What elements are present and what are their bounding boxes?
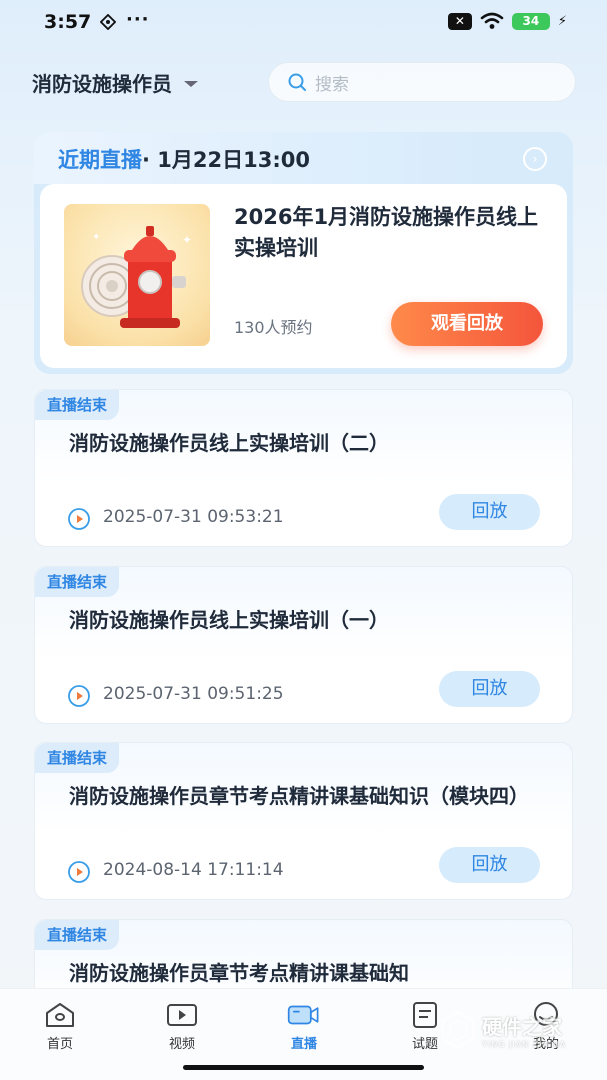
diamond-icon — [100, 14, 116, 30]
list-item-title: 消防设施操作员线上实操培训（一） — [69, 608, 389, 632]
status-badge: 直播结束 — [35, 920, 120, 950]
video-icon — [167, 1004, 197, 1026]
wifi-icon — [480, 12, 504, 29]
status-badge: 直播结束 — [35, 567, 120, 597]
search-icon — [288, 73, 306, 91]
play-circle-icon — [68, 508, 90, 530]
nav-label-video: 视频 — [168, 1037, 195, 1052]
watch-replay-button[interactable]: 观看回放 — [391, 302, 543, 346]
status-time: 3:57 — [44, 11, 92, 33]
charging-icon: ⚡ — [557, 13, 567, 29]
list-item-time: 2025-07-31 09:51:25 — [103, 684, 284, 704]
status-more-dots: ··· — [126, 9, 150, 30]
list-item-time: 2025-07-31 09:53:21 — [103, 507, 284, 527]
nav-home[interactable]: 首页 — [30, 1001, 90, 1052]
nav-live[interactable]: 直播 — [274, 1001, 334, 1052]
live-card-body: ✦ ✦ 2026年1月消防设施操作员线上实操培训 130人预约 观看回放 — [40, 184, 567, 368]
list-item-title: 消防设施操作员章节考点精讲课基础知识（模块四） — [69, 784, 529, 808]
list-item[interactable]: 直播结束 消防设施操作员章节考点精讲课基础知识（模块四） 2024-08-14 … — [34, 742, 573, 900]
watermark-domain: YING JIAN ZHI JIA — [482, 1040, 567, 1049]
course-name: 消防设施操作员 — [32, 72, 172, 96]
battery-icon: 34 — [511, 12, 550, 30]
svg-text:✦: ✦ — [92, 232, 100, 243]
search-input[interactable]: 搜索 — [268, 62, 576, 102]
status-bar: 3:57 ··· ✕ 34 ⚡ — [0, 0, 607, 46]
watermark-name: 硬件之家 — [482, 1015, 562, 1039]
upcoming-live-card[interactable]: 近期直播· 1月22日13:00 › ✦ ✦ 2026年1月消防设施操作员线上实… — [34, 132, 573, 374]
x-badge-icon: ✕ — [447, 12, 472, 30]
replay-button[interactable]: 回放 — [439, 847, 540, 883]
home-icon — [46, 1003, 74, 1027]
live-label: 近期直播 — [58, 148, 142, 172]
home-indicator[interactable] — [183, 1065, 424, 1070]
nav-label-live: 直播 — [290, 1037, 317, 1052]
list-item-title: 消防设施操作员线上实操培训（二） — [69, 431, 389, 455]
watermark: 硬件之家 YING JIAN ZHI JIA — [440, 1010, 566, 1050]
watermark-logo-icon — [441, 1010, 475, 1050]
watermark-text: 硬件之家 YING JIAN ZHI JIA — [482, 1011, 566, 1049]
chevron-down-icon — [184, 80, 198, 87]
nav-video[interactable]: 视频 — [152, 1001, 212, 1052]
list-item[interactable]: 直播结束 消防设施操作员线上实操培训（一） 2025-07-31 09:51:2… — [34, 566, 573, 724]
replay-button[interactable]: 回放 — [439, 671, 540, 707]
live-course-title: 2026年1月消防设施操作员线上实操培训 — [234, 205, 539, 260]
status-badge: 直播结束 — [35, 743, 120, 773]
status-right: ✕ 34 ⚡ — [447, 12, 567, 30]
reservation-count: 130人预约 — [234, 318, 313, 337]
nav-label-home: 首页 — [46, 1037, 73, 1052]
fire-hydrant-image: ✦ ✦ — [81, 226, 192, 328]
exam-icon — [413, 1002, 437, 1028]
replay-button[interactable]: 回放 — [439, 494, 540, 530]
chevron-right-circle-icon[interactable]: › — [523, 147, 547, 171]
search-placeholder: 搜索 — [315, 74, 349, 95]
live-datetime: · 1月22日13:00 — [142, 148, 310, 172]
play-circle-icon — [68, 861, 90, 883]
list-item[interactable]: 直播结束 消防设施操作员线上实操培训（二） 2025-07-31 09:53:2… — [34, 389, 573, 547]
fire-hydrant-thumbnail: ✦ ✦ — [64, 204, 210, 346]
top-header: 消防设施操作员 搜索 — [0, 60, 607, 106]
status-badge: 直播结束 — [35, 390, 120, 420]
live-section-title: 近期直播· 1月22日13:00 — [58, 144, 310, 174]
list-item-title: 消防设施操作员章节考点精讲课基础知 — [69, 961, 409, 985]
svg-text:✦: ✦ — [182, 233, 192, 247]
play-circle-icon — [68, 685, 90, 707]
live-camera-icon — [287, 1005, 319, 1025]
course-selector[interactable]: 消防设施操作员 — [32, 68, 198, 97]
list-item-time: 2024-08-14 17:11:14 — [103, 860, 284, 880]
